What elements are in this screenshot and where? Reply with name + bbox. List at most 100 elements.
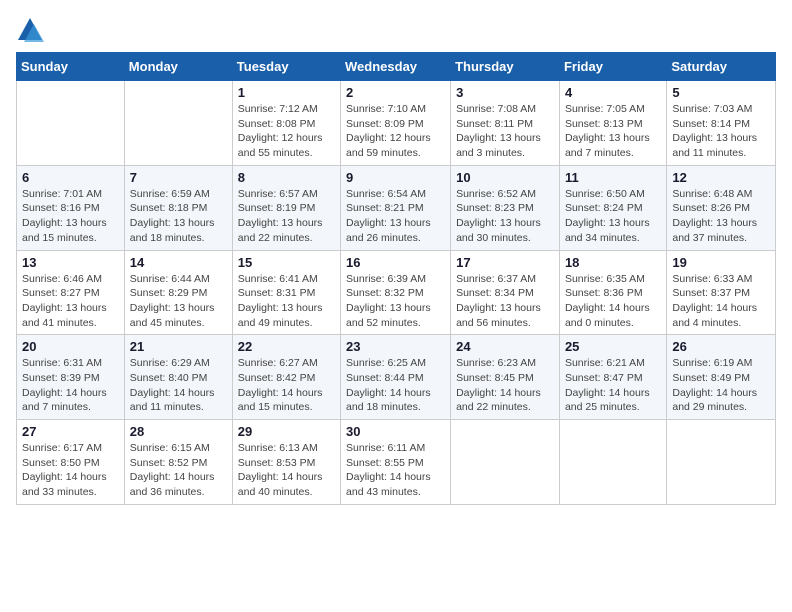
calendar-cell: 8 Sunrise: 6:57 AM Sunset: 8:19 PM Daylig… [232,165,340,250]
calendar-cell: 28 Sunrise: 6:15 AM Sunset: 8:52 PM Dayli… [124,420,232,505]
calendar-cell [559,420,666,505]
calendar-cell: 25Sunrise: 6:21 AM Sunset: 8:47 PM Dayli… [559,335,666,420]
day-number: 17 [456,255,554,270]
day-number: 13 [22,255,119,270]
day-number: 24 [456,339,554,354]
page-header [16,16,776,44]
day-info: Sunrise: 6:25 AM Sunset: 8:44 PM Dayligh… [346,356,445,415]
day-info: Sunrise: 6:46 AM Sunset: 8:27 PM Dayligh… [22,272,119,331]
header-sunday: Sunday [17,53,125,81]
calendar-week-row: 20Sunrise: 6:31 AM Sunset: 8:39 PM Dayli… [17,335,776,420]
day-info: Sunrise: 6:39 AM Sunset: 8:32 PM Dayligh… [346,272,445,331]
calendar-cell [17,81,125,166]
day-number: 26 [672,339,770,354]
calendar-cell: 30 Sunrise: 6:11 AM Sunset: 8:55 PM Dayli… [341,420,451,505]
day-info: Sunrise: 6:17 AM Sunset: 8:50 PM Dayligh… [22,441,119,500]
logo [16,16,48,44]
calendar-week-row: 13 Sunrise: 6:46 AM Sunset: 8:27 PM Dayli… [17,250,776,335]
calendar-cell: 17 Sunrise: 6:37 AM Sunset: 8:34 PM Dayli… [451,250,560,335]
calendar-cell: 9 Sunrise: 6:54 AM Sunset: 8:21 PM Daylig… [341,165,451,250]
day-info: Sunrise: 6:33 AM Sunset: 8:37 PM Dayligh… [672,272,770,331]
calendar-cell: 14 Sunrise: 6:44 AM Sunset: 8:29 PM Dayli… [124,250,232,335]
calendar-cell: 24 Sunrise: 6:23 AM Sunset: 8:45 PM Dayli… [451,335,560,420]
calendar-cell: 27 Sunrise: 6:17 AM Sunset: 8:50 PM Dayli… [17,420,125,505]
calendar-cell: 5 Sunrise: 7:03 AM Sunset: 8:14 PM Daylig… [667,81,776,166]
day-info: Sunrise: 7:03 AM Sunset: 8:14 PM Dayligh… [672,102,770,161]
header-monday: Monday [124,53,232,81]
day-info: Sunrise: 7:08 AM Sunset: 8:11 PM Dayligh… [456,102,554,161]
calendar-week-row: 27 Sunrise: 6:17 AM Sunset: 8:50 PM Dayli… [17,420,776,505]
day-number: 28 [130,424,227,439]
day-number: 5 [672,85,770,100]
calendar-week-row: 6Sunrise: 7:01 AM Sunset: 8:16 PM Daylig… [17,165,776,250]
day-number: 18 [565,255,661,270]
day-info: Sunrise: 6:44 AM Sunset: 8:29 PM Dayligh… [130,272,227,331]
calendar-cell: 22Sunrise: 6:27 AM Sunset: 8:42 PM Dayli… [232,335,340,420]
header-wednesday: Wednesday [341,53,451,81]
day-number: 7 [130,170,227,185]
day-number: 9 [346,170,445,185]
day-number: 16 [346,255,445,270]
calendar-cell: 12 Sunrise: 6:48 AM Sunset: 8:26 PM Dayli… [667,165,776,250]
calendar-cell [667,420,776,505]
day-number: 14 [130,255,227,270]
day-number: 15 [238,255,335,270]
day-number: 25 [565,339,661,354]
calendar-cell: 23Sunrise: 6:25 AM Sunset: 8:44 PM Dayli… [341,335,451,420]
day-info: Sunrise: 6:57 AM Sunset: 8:19 PM Dayligh… [238,187,335,246]
day-number: 4 [565,85,661,100]
day-info: Sunrise: 6:23 AM Sunset: 8:45 PM Dayligh… [456,356,554,415]
day-info: Sunrise: 6:54 AM Sunset: 8:21 PM Dayligh… [346,187,445,246]
header-thursday: Thursday [451,53,560,81]
day-number: 8 [238,170,335,185]
day-number: 30 [346,424,445,439]
day-info: Sunrise: 6:50 AM Sunset: 8:24 PM Dayligh… [565,187,661,246]
day-info: Sunrise: 6:35 AM Sunset: 8:36 PM Dayligh… [565,272,661,331]
calendar-cell: 19 Sunrise: 6:33 AM Sunset: 8:37 PM Dayli… [667,250,776,335]
day-info: Sunrise: 6:37 AM Sunset: 8:34 PM Dayligh… [456,272,554,331]
day-number: 27 [22,424,119,439]
logo-icon [16,16,44,44]
day-info: Sunrise: 7:10 AM Sunset: 8:09 PM Dayligh… [346,102,445,161]
day-number: 2 [346,85,445,100]
day-number: 19 [672,255,770,270]
day-number: 20 [22,339,119,354]
day-info: Sunrise: 7:05 AM Sunset: 8:13 PM Dayligh… [565,102,661,161]
header-saturday: Saturday [667,53,776,81]
calendar-cell: 1Sunrise: 7:12 AM Sunset: 8:08 PM Daylig… [232,81,340,166]
day-info: Sunrise: 6:19 AM Sunset: 8:49 PM Dayligh… [672,356,770,415]
calendar-cell: 29 Sunrise: 6:13 AM Sunset: 8:53 PM Dayli… [232,420,340,505]
calendar-cell: 11 Sunrise: 6:50 AM Sunset: 8:24 PM Dayli… [559,165,666,250]
calendar-cell: 10 Sunrise: 6:52 AM Sunset: 8:23 PM Dayli… [451,165,560,250]
day-number: 11 [565,170,661,185]
day-info: Sunrise: 6:13 AM Sunset: 8:53 PM Dayligh… [238,441,335,500]
calendar-cell: 21 Sunrise: 6:29 AM Sunset: 8:40 PM Dayli… [124,335,232,420]
day-number: 3 [456,85,554,100]
calendar-cell: 6Sunrise: 7:01 AM Sunset: 8:16 PM Daylig… [17,165,125,250]
calendar-cell: 7 Sunrise: 6:59 AM Sunset: 8:18 PM Daylig… [124,165,232,250]
calendar-cell: 3 Sunrise: 7:08 AM Sunset: 8:11 PM Daylig… [451,81,560,166]
calendar-cell: 20Sunrise: 6:31 AM Sunset: 8:39 PM Dayli… [17,335,125,420]
calendar-week-row: 1Sunrise: 7:12 AM Sunset: 8:08 PM Daylig… [17,81,776,166]
day-info: Sunrise: 6:11 AM Sunset: 8:55 PM Dayligh… [346,441,445,500]
header-tuesday: Tuesday [232,53,340,81]
day-info: Sunrise: 6:59 AM Sunset: 8:18 PM Dayligh… [130,187,227,246]
day-number: 29 [238,424,335,439]
day-number: 21 [130,339,227,354]
calendar-cell: 16 Sunrise: 6:39 AM Sunset: 8:32 PM Dayli… [341,250,451,335]
day-info: Sunrise: 6:29 AM Sunset: 8:40 PM Dayligh… [130,356,227,415]
day-info: Sunrise: 6:27 AM Sunset: 8:42 PM Dayligh… [238,356,335,415]
day-info: Sunrise: 6:41 AM Sunset: 8:31 PM Dayligh… [238,272,335,331]
day-info: Sunrise: 6:15 AM Sunset: 8:52 PM Dayligh… [130,441,227,500]
day-number: 12 [672,170,770,185]
day-info: Sunrise: 6:48 AM Sunset: 8:26 PM Dayligh… [672,187,770,246]
day-info: Sunrise: 6:52 AM Sunset: 8:23 PM Dayligh… [456,187,554,246]
day-number: 10 [456,170,554,185]
day-number: 1 [238,85,335,100]
calendar-cell: 15 Sunrise: 6:41 AM Sunset: 8:31 PM Dayli… [232,250,340,335]
calendar-table: SundayMondayTuesdayWednesdayThursdayFrid… [16,52,776,505]
calendar-cell: 13 Sunrise: 6:46 AM Sunset: 8:27 PM Dayli… [17,250,125,335]
calendar-cell: 18 Sunrise: 6:35 AM Sunset: 8:36 PM Dayli… [559,250,666,335]
day-number: 6 [22,170,119,185]
calendar-header-row: SundayMondayTuesdayWednesdayThursdayFrid… [17,53,776,81]
